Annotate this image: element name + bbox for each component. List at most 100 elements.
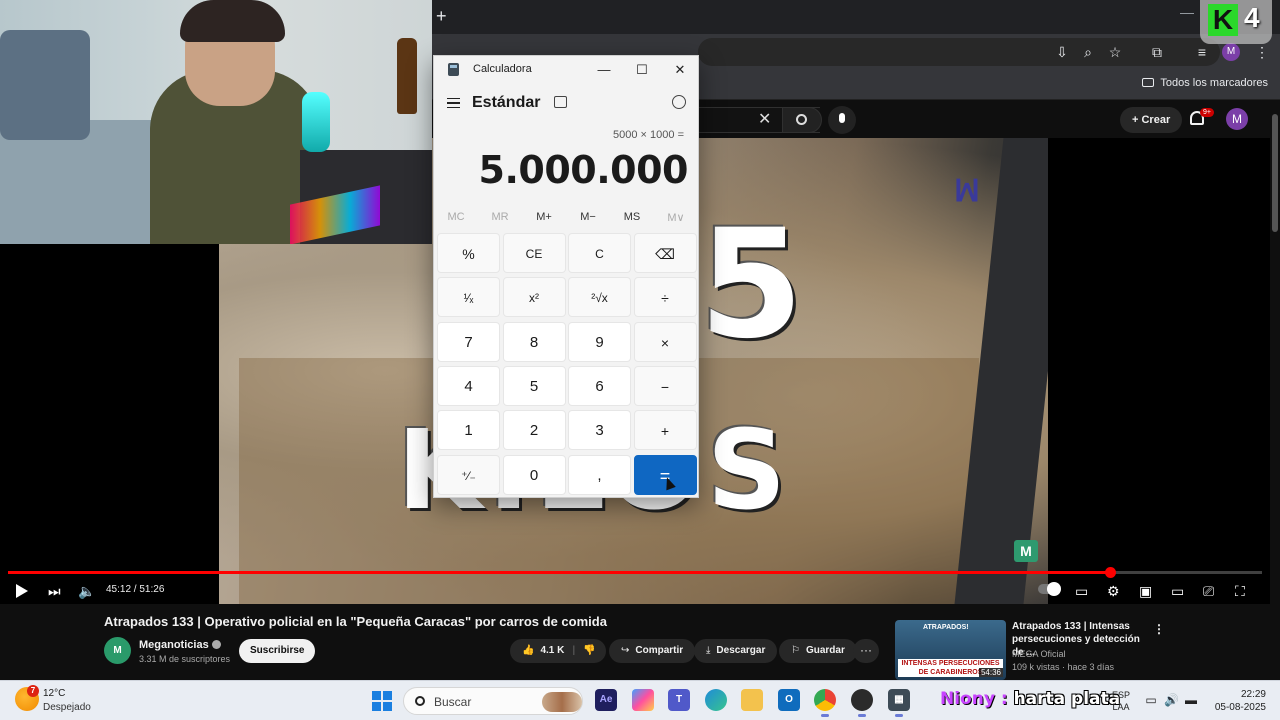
input-language[interactable]: ESP LAA (1112, 689, 1130, 713)
memory-button-0[interactable]: MC (434, 211, 478, 223)
play-icon[interactable] (16, 584, 28, 598)
memory-button-3[interactable]: M− (566, 211, 610, 223)
save-button[interactable]: ⚐ Guardar (779, 639, 857, 663)
key-add-button[interactable]: + (633, 410, 697, 451)
volume-icon[interactable]: 🔈 (78, 581, 95, 601)
key-digit-3-button[interactable]: 3 (568, 410, 631, 451)
speaker-icon[interactable]: 🔊 (1164, 693, 1179, 707)
like-button[interactable]: 👍 4.1 K | 👎 (510, 639, 606, 663)
create-button[interactable]: + Crear (1120, 107, 1183, 133)
zoom-icon[interactable]: ⌕ (1078, 42, 1098, 62)
key-backspace-button[interactable]: ⌫ (633, 233, 697, 273)
hamburger-menu-icon[interactable] (447, 98, 460, 108)
recommended-channel[interactable]: MEGA Oficial (1012, 649, 1066, 659)
calculator-minimize-button[interactable]: — (590, 60, 618, 80)
key-square-root-button[interactable]: ²√x (568, 277, 631, 318)
teams-icon[interactable]: T (668, 689, 690, 711)
browser-menu-icon[interactable]: ⋮ (1252, 42, 1272, 62)
subtitles-icon[interactable]: ▭ (1075, 581, 1088, 601)
extensions-icon[interactable]: ⧉ (1147, 42, 1167, 62)
subscribe-button[interactable]: Suscribirse (239, 639, 316, 663)
download-button[interactable]: ⤓ Descargar (694, 639, 778, 663)
stream-chat-overlay: Niony : harta plata (940, 689, 1120, 709)
cast-icon[interactable]: ⎚ (1203, 581, 1214, 601)
video-title: Atrapados 133 | Operativo policial en la… (104, 614, 607, 629)
key-digit-4-button[interactable]: 4 (437, 365, 500, 406)
key-percent-button[interactable]: % (437, 233, 500, 273)
bookmark-star-icon[interactable]: ☆ (1105, 42, 1125, 62)
key-clear-button[interactable]: C (568, 233, 631, 273)
weather-temperature[interactable]: 12°C (43, 688, 65, 699)
calculator-close-button[interactable]: ✕ (666, 60, 694, 80)
battery-icon[interactable]: ▬ (1184, 693, 1198, 707)
taskbar-clock[interactable]: 22:29 05-08-2025 (1212, 688, 1266, 714)
video-scrubber-handle[interactable] (1105, 567, 1117, 578)
fullscreen-icon[interactable]: ⛶ (1235, 581, 1245, 601)
keep-on-top-icon[interactable] (554, 96, 567, 108)
install-app-icon[interactable]: ⇩ (1052, 42, 1072, 62)
key-square-button[interactable]: x² (502, 277, 566, 318)
key-multiply-button[interactable]: × (633, 321, 697, 362)
recommended-thumbnail[interactable]: ATRAPADOS! INTENSAS PERSECUCIONES DE CAR… (895, 620, 1006, 680)
search-clear-icon[interactable]: ✕ (758, 109, 771, 129)
key-negate-button[interactable]: ⁺⁄₋ (437, 454, 500, 495)
channel-avatar[interactable]: M (104, 637, 131, 664)
memory-button-2[interactable]: M+ (522, 211, 566, 223)
browser-profile-avatar[interactable]: M (1222, 43, 1240, 61)
key-subtract-button[interactable]: − (633, 365, 697, 406)
key-clear-entry-button[interactable]: CE (502, 233, 566, 273)
scrollbar-thumb[interactable] (1272, 114, 1278, 232)
page-scrollbar[interactable] (1270, 100, 1280, 680)
start-button[interactable] (372, 691, 392, 711)
key-digit-9-button[interactable]: 9 (568, 321, 631, 362)
key-digit-5-button[interactable]: 5 (502, 365, 566, 406)
calculator-titlebar[interactable]: Calculadora — ☐ ✕ (434, 56, 698, 84)
key-digit-1-button[interactable]: 1 (437, 410, 500, 451)
taskbar-search[interactable]: Buscar (403, 687, 583, 715)
weather-condition[interactable]: Despejado (43, 702, 91, 713)
outlook-icon[interactable]: O (778, 689, 800, 711)
memory-button-4[interactable]: MS (610, 211, 654, 223)
edge-icon[interactable] (705, 689, 727, 711)
channel-name[interactable]: Meganoticias (139, 639, 221, 651)
voice-search-button[interactable] (828, 106, 856, 134)
calculator-taskbar-icon[interactable]: ▦ (888, 689, 910, 717)
youtube-account-avatar[interactable]: M (1226, 108, 1248, 130)
key-digit-8-button[interactable]: 8 (502, 321, 566, 362)
recommended-menu-icon[interactable]: ⋮ (1153, 622, 1165, 636)
copilot-icon[interactable] (632, 689, 654, 711)
window-minimize-button[interactable]: — (1180, 4, 1194, 20)
thumbs-up-icon: 👍 (522, 645, 535, 656)
more-actions-button[interactable]: ··· (853, 639, 879, 663)
history-icon[interactable] (672, 95, 686, 109)
next-video-icon[interactable]: ⏭ (48, 581, 61, 601)
new-tab-button[interactable]: + (436, 6, 447, 27)
key-digit-6-button[interactable]: 6 (568, 365, 631, 406)
share-button[interactable]: ↪ Compartir (609, 639, 696, 663)
obs-icon[interactable] (851, 689, 873, 717)
calculator-maximize-button[interactable]: ☐ (628, 60, 656, 80)
autoplay-toggle[interactable] (1038, 582, 1061, 596)
key-divide-button[interactable]: ÷ (633, 277, 697, 318)
memory-button-1[interactable]: MR (478, 211, 522, 223)
settings-gear-icon[interactable]: ⚙ (1107, 581, 1120, 601)
memory-button-5[interactable]: M∨ (654, 211, 698, 224)
key-digit-0-button[interactable]: 0 (502, 454, 566, 495)
address-bar[interactable] (698, 38, 1220, 66)
all-bookmarks-button[interactable]: Todos los marcadores (1142, 77, 1268, 89)
key-digit-7-button[interactable]: 7 (437, 321, 500, 362)
search-button[interactable] (782, 107, 822, 133)
video-progress-bar[interactable] (8, 567, 1262, 578)
file-explorer-icon[interactable] (741, 689, 763, 711)
key-digit-2-button[interactable]: 2 (502, 410, 566, 451)
network-icon[interactable]: ▭ (1144, 693, 1158, 707)
key-decimal-button[interactable]: , (568, 454, 631, 495)
chrome-icon[interactable] (814, 689, 836, 717)
dislike-icon[interactable]: 👎 (583, 645, 595, 656)
key-reciprocal-button[interactable]: ¹⁄ₓ (437, 277, 500, 318)
after-effects-icon[interactable]: Ae (595, 689, 617, 711)
save-label: Guardar (805, 645, 845, 656)
miniplayer-icon[interactable]: ▣ (1139, 581, 1152, 601)
theater-mode-icon[interactable]: ▭ (1171, 581, 1184, 601)
media-controls-icon[interactable]: ≡ (1192, 42, 1212, 62)
